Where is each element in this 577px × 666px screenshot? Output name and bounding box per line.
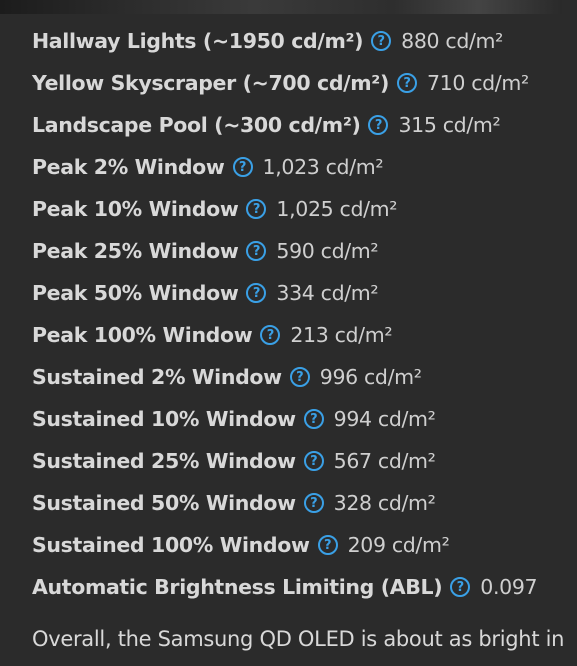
measurement-label: Yellow Skyscraper (~700 cd/m²): [32, 71, 389, 95]
measurement-row: Peak 100% Window? 213 cd/m²: [32, 314, 537, 356]
measurement-value: 0.097: [480, 575, 538, 599]
measurement-value: 994 cd/m²: [333, 407, 436, 431]
question-circle-icon[interactable]: ?: [368, 115, 389, 135]
measurement-value: 315 cd/m²: [398, 113, 501, 137]
measurement-row: Peak 50% Window? 334 cd/m²: [32, 272, 537, 314]
measurement-value: 710 cd/m²: [426, 71, 529, 95]
question-circle-icon[interactable]: ?: [450, 577, 471, 597]
question-circle-icon[interactable]: ?: [303, 451, 324, 471]
measurement-value: 567 cd/m²: [333, 449, 436, 473]
measurement-row: Sustained 25% Window? 567 cd/m²: [32, 440, 537, 482]
measurement-row: Peak 10% Window? 1,025 cd/m²: [32, 188, 537, 230]
measurement-value: 590 cd/m²: [276, 239, 379, 263]
brightness-measurements-list: Hallway Lights (~1950 cd/m²)? 880 cd/m² Ye…: [32, 20, 538, 608]
measurement-label: Peak 2% Window: [32, 155, 225, 179]
question-circle-icon[interactable]: ?: [317, 535, 338, 555]
question-circle-icon[interactable]: ?: [260, 325, 281, 345]
measurement-label: Sustained 25% Window: [32, 449, 296, 473]
question-circle-icon[interactable]: ?: [303, 493, 324, 513]
question-circle-icon[interactable]: ?: [303, 409, 324, 429]
measurement-row: Peak 2% Window? 1,023 cd/m²: [32, 146, 537, 188]
measurement-label: Sustained 2% Window: [32, 365, 282, 389]
question-circle-icon[interactable]: ?: [289, 367, 310, 387]
question-circle-icon[interactable]: ?: [232, 157, 253, 177]
measurement-label: Peak 10% Window: [32, 197, 239, 221]
measurement-row: Sustained 100% Window? 209 cd/m²: [32, 524, 537, 566]
review-paragraph: Overall, the Samsung QD OLED is about as…: [32, 627, 565, 651]
measurement-row: Sustained 10% Window? 994 cd/m²: [32, 398, 537, 440]
measurement-label: Peak 50% Window: [32, 281, 239, 305]
measurement-value: 213 cd/m²: [290, 323, 393, 347]
question-circle-icon[interactable]: ?: [371, 31, 392, 51]
measurement-label: Peak 100% Window: [32, 323, 253, 347]
measurement-label: Sustained 100% Window: [32, 533, 310, 557]
question-circle-icon[interactable]: ?: [246, 199, 267, 219]
measurement-row: Sustained 50% Window? 328 cd/m²: [32, 482, 537, 524]
question-circle-icon[interactable]: ?: [246, 241, 267, 261]
measurement-value: 328 cd/m²: [333, 491, 436, 515]
measurement-label: Sustained 10% Window: [32, 407, 296, 431]
measurement-row: Peak 25% Window? 590 cd/m²: [32, 230, 537, 272]
screenshot-image-edge: [0, 0, 562, 14]
measurement-label: Hallway Lights (~1950 cd/m²): [32, 29, 364, 53]
measurement-value: 334 cd/m²: [276, 281, 379, 305]
measurement-row: Hallway Lights (~1950 cd/m²)? 880 cd/m²: [32, 20, 537, 62]
measurement-label: Sustained 50% Window: [32, 491, 296, 515]
question-circle-icon[interactable]: ?: [246, 283, 267, 303]
measurement-value: 1,025 cd/m²: [276, 197, 398, 221]
measurement-row: Yellow Skyscraper (~700 cd/m²)? 710 cd/m²: [32, 62, 537, 104]
measurement-label: Peak 25% Window: [32, 239, 239, 263]
measurement-value: 996 cd/m²: [319, 365, 422, 389]
review-page: Hallway Lights (~1950 cd/m²)? 880 cd/m² Ye…: [0, 0, 577, 666]
measurement-value: 880 cd/m²: [401, 29, 504, 53]
measurement-label: Landscape Pool (~300 cd/m²): [32, 113, 361, 137]
measurement-label: Automatic Brightness Limiting (ABL): [32, 575, 443, 599]
measurement-value: 209 cd/m²: [347, 533, 450, 557]
question-circle-icon[interactable]: ?: [396, 73, 417, 93]
measurement-row: Sustained 2% Window? 996 cd/m²: [32, 356, 537, 398]
measurement-value: 1,023 cd/m²: [262, 155, 384, 179]
measurement-row: Landscape Pool (~300 cd/m²)? 315 cd/m²: [32, 104, 537, 146]
measurement-row: Automatic Brightness Limiting (ABL)? 0.09…: [32, 566, 538, 608]
